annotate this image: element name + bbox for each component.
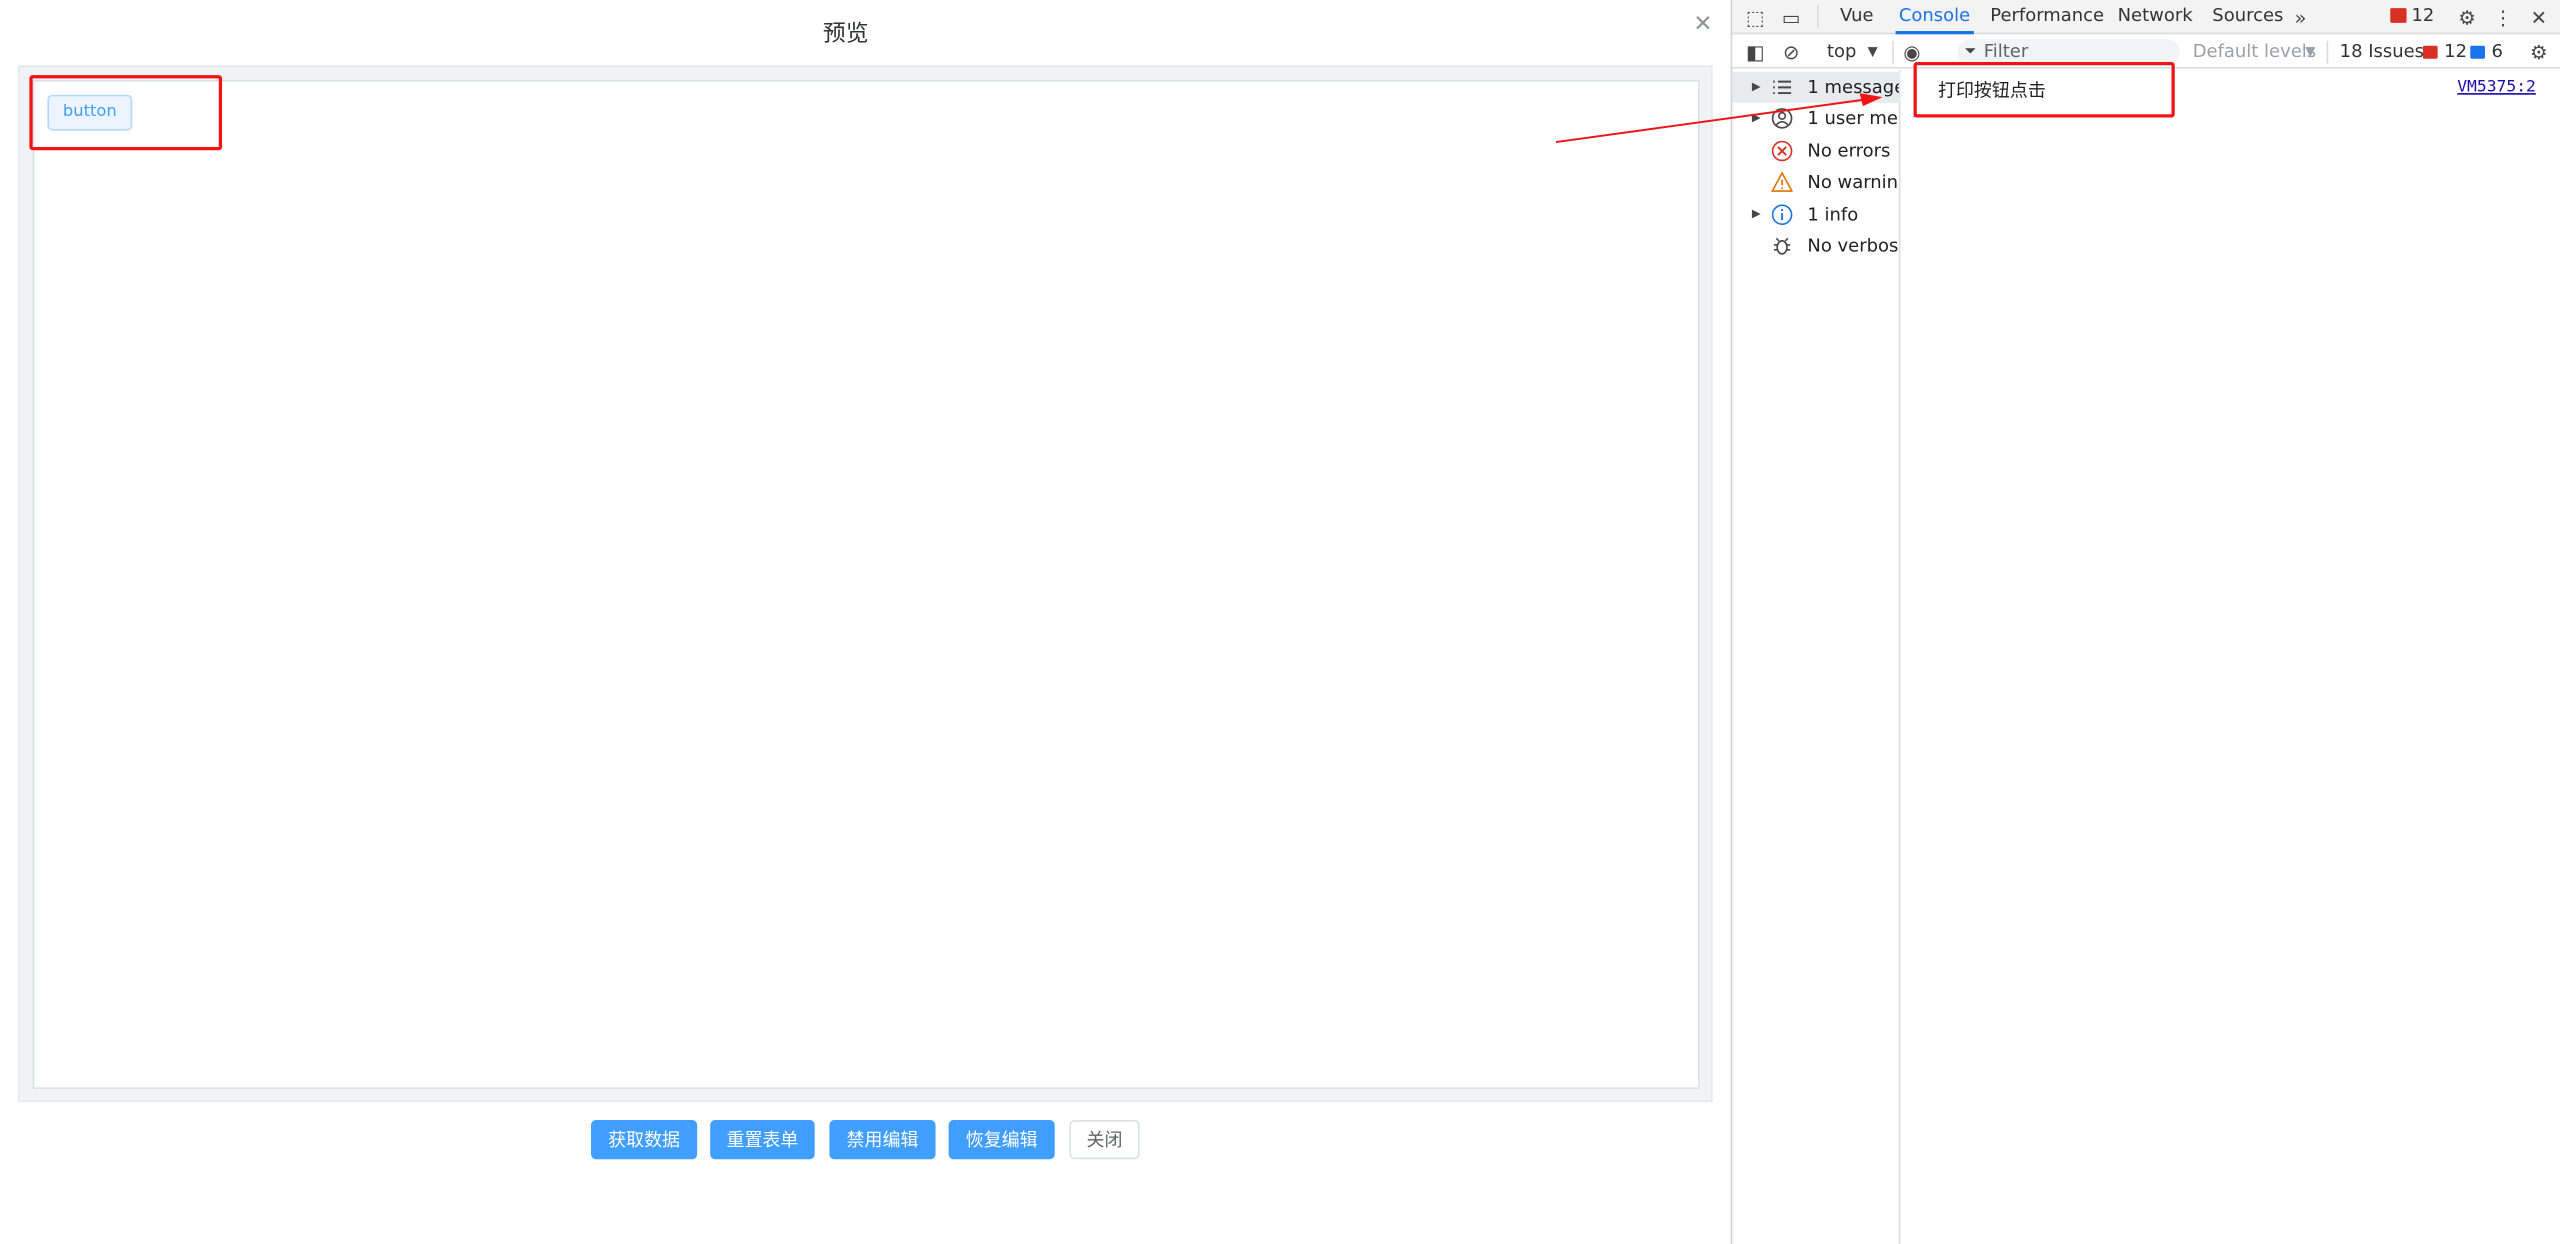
warning-icon: [1771, 171, 1793, 192]
close-devtools-icon[interactable]: ✕: [2526, 5, 2552, 31]
preview-canvas: button: [32, 80, 1700, 1090]
more-options-icon[interactable]: ⋮: [2490, 5, 2516, 31]
sidebar-item-label: 1 user me…: [1807, 107, 1898, 129]
annotation-box-log: [1913, 62, 2175, 118]
tab-vue[interactable]: Vue: [1837, 0, 1877, 34]
context-select[interactable]: top: [1824, 36, 1860, 69]
sidebar-item-label: No errors: [1807, 140, 1891, 162]
console-output: 打印按钮点击 VM5375:2 ›: [1902, 70, 2560, 1244]
dialog-footer: 获取数据 重置表单 禁用编辑 恢复编辑 关闭: [0, 1120, 1731, 1162]
device-toolbar-icon[interactable]: ▭: [1778, 5, 1804, 31]
error-icon: [1771, 140, 1793, 162]
bug-icon: [1773, 237, 1791, 255]
tab-performance[interactable]: Performance: [1987, 0, 2107, 34]
settings-icon[interactable]: ⚙: [2454, 5, 2480, 31]
inspect-element-icon[interactable]: ⬚: [1742, 5, 1768, 31]
restore-edit-button[interactable]: 恢复编辑: [948, 1120, 1055, 1160]
sidebar-item-label: No warnin…: [1807, 171, 1899, 193]
fetch-data-button[interactable]: 获取数据: [591, 1120, 698, 1160]
tab-sources[interactable]: Sources: [2209, 0, 2287, 34]
devtools-tabbar: ⬚ ▭ Vue Console Performance Network Sour…: [1732, 0, 2560, 35]
close-icon[interactable]: ✕: [1691, 11, 1714, 37]
sidebar-item-messages[interactable]: ▶ 1 message: [1732, 71, 1901, 103]
sidebar-item-verbose[interactable]: No verbose: [1732, 230, 1900, 261]
expand-icon[interactable]: ▶: [1752, 72, 1761, 103]
reset-form-button[interactable]: 重置表单: [710, 1120, 815, 1160]
disable-edit-button[interactable]: 禁用编辑: [829, 1120, 936, 1160]
devtools-panel: ⬚ ▭ Vue Console Performance Network Sour…: [1730, 0, 2560, 1244]
issues-info-icon: [2470, 45, 2485, 59]
dialog-title: 预览: [822, 21, 869, 48]
sidebar-item-errors[interactable]: No errors: [1732, 136, 1900, 167]
error-badge-count[interactable]: 12: [2408, 0, 2437, 34]
sidebar-item-label: 1 message: [1807, 76, 1899, 98]
info-icon: [1771, 204, 1793, 225]
list-icon: [1773, 80, 1792, 95]
tab-console[interactable]: Console: [1895, 0, 1974, 35]
sidebar-item-warnings[interactable]: No warnin…: [1732, 167, 1900, 198]
chevron-down-icon: ▼: [2305, 44, 2316, 59]
issues-error-count[interactable]: 12: [2441, 36, 2470, 69]
annotation-box-button: [29, 75, 223, 151]
issues-info-count[interactable]: 6: [2488, 36, 2506, 69]
close-button[interactable]: 关闭: [1069, 1120, 1140, 1160]
log-source-link[interactable]: VM5375:2: [2457, 78, 2536, 96]
clear-console-icon[interactable]: ⊘: [1778, 39, 1804, 65]
issues-error-icon: [2422, 45, 2438, 59]
sidebar-item-label: 1 info: [1807, 204, 1859, 226]
issues-label[interactable]: 18 Issues:: [2336, 36, 2433, 69]
sidebar-item-label: No verbose: [1807, 235, 1899, 257]
error-badge-icon: [2390, 8, 2407, 23]
chevron-down-icon: ▼: [1867, 44, 1878, 59]
expand-icon[interactable]: ▶: [1752, 103, 1761, 134]
expand-icon[interactable]: ▶: [1752, 199, 1761, 230]
console-sidebar: ▶ 1 message ▶ 1 user me… No errors No wa…: [1732, 70, 1901, 1244]
preview-dialog: 预览 ✕ button 获取数据 重置表单 禁用编辑 恢复编辑 关闭: [0, 0, 1731, 1244]
more-tabs-icon[interactable]: »: [2287, 5, 2313, 31]
sidebar-item-info[interactable]: ▶ 1 info: [1732, 199, 1900, 230]
sidebar-item-user-messages[interactable]: ▶ 1 user me…: [1732, 103, 1900, 134]
user-icon: [1771, 108, 1793, 129]
preview-area: button: [17, 65, 1713, 1103]
console-settings-icon[interactable]: ⚙: [2526, 39, 2552, 65]
tab-network[interactable]: Network: [2114, 0, 2196, 34]
filter-placeholder: Filter: [1983, 40, 2029, 63]
sidebar-toggle-icon[interactable]: ◧: [1742, 39, 1768, 65]
